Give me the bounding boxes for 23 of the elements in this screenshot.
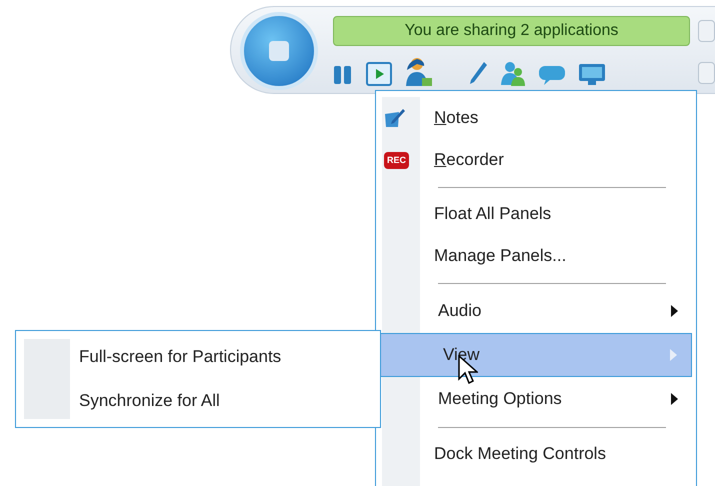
rec-icon: REC [384,152,410,168]
menu-item-label: Manage Panels... [434,245,566,268]
submenu-arrow-icon [671,393,678,405]
menu-item[interactable]: Audio [380,289,692,333]
stop-icon [269,41,289,61]
menu-item-label: Notes [434,107,478,130]
menu-item-label: Dock Meeting Controls [434,443,606,466]
submenu-arrow-icon [671,305,678,317]
menu-item[interactable]: Full-screen for Participants [16,335,380,379]
menu-item[interactable]: Meeting Options [380,377,692,421]
notepad-icon [384,108,406,128]
play-icon[interactable] [366,62,392,86]
pause-icon[interactable] [332,64,354,86]
pen-icon[interactable] [468,60,488,86]
sharing-banner: You are sharing 2 applications [333,16,690,46]
monitor-icon[interactable] [578,62,606,86]
menu-item[interactable]: Synchronize for All [16,379,380,423]
menu-item-label: Recorder [434,149,504,172]
menu-item-label: Float All Panels [434,203,552,226]
person-icon[interactable] [404,56,434,86]
chat-icon[interactable] [538,64,566,86]
people-icon[interactable] [500,60,526,86]
submenu-arrow-icon [670,349,677,361]
